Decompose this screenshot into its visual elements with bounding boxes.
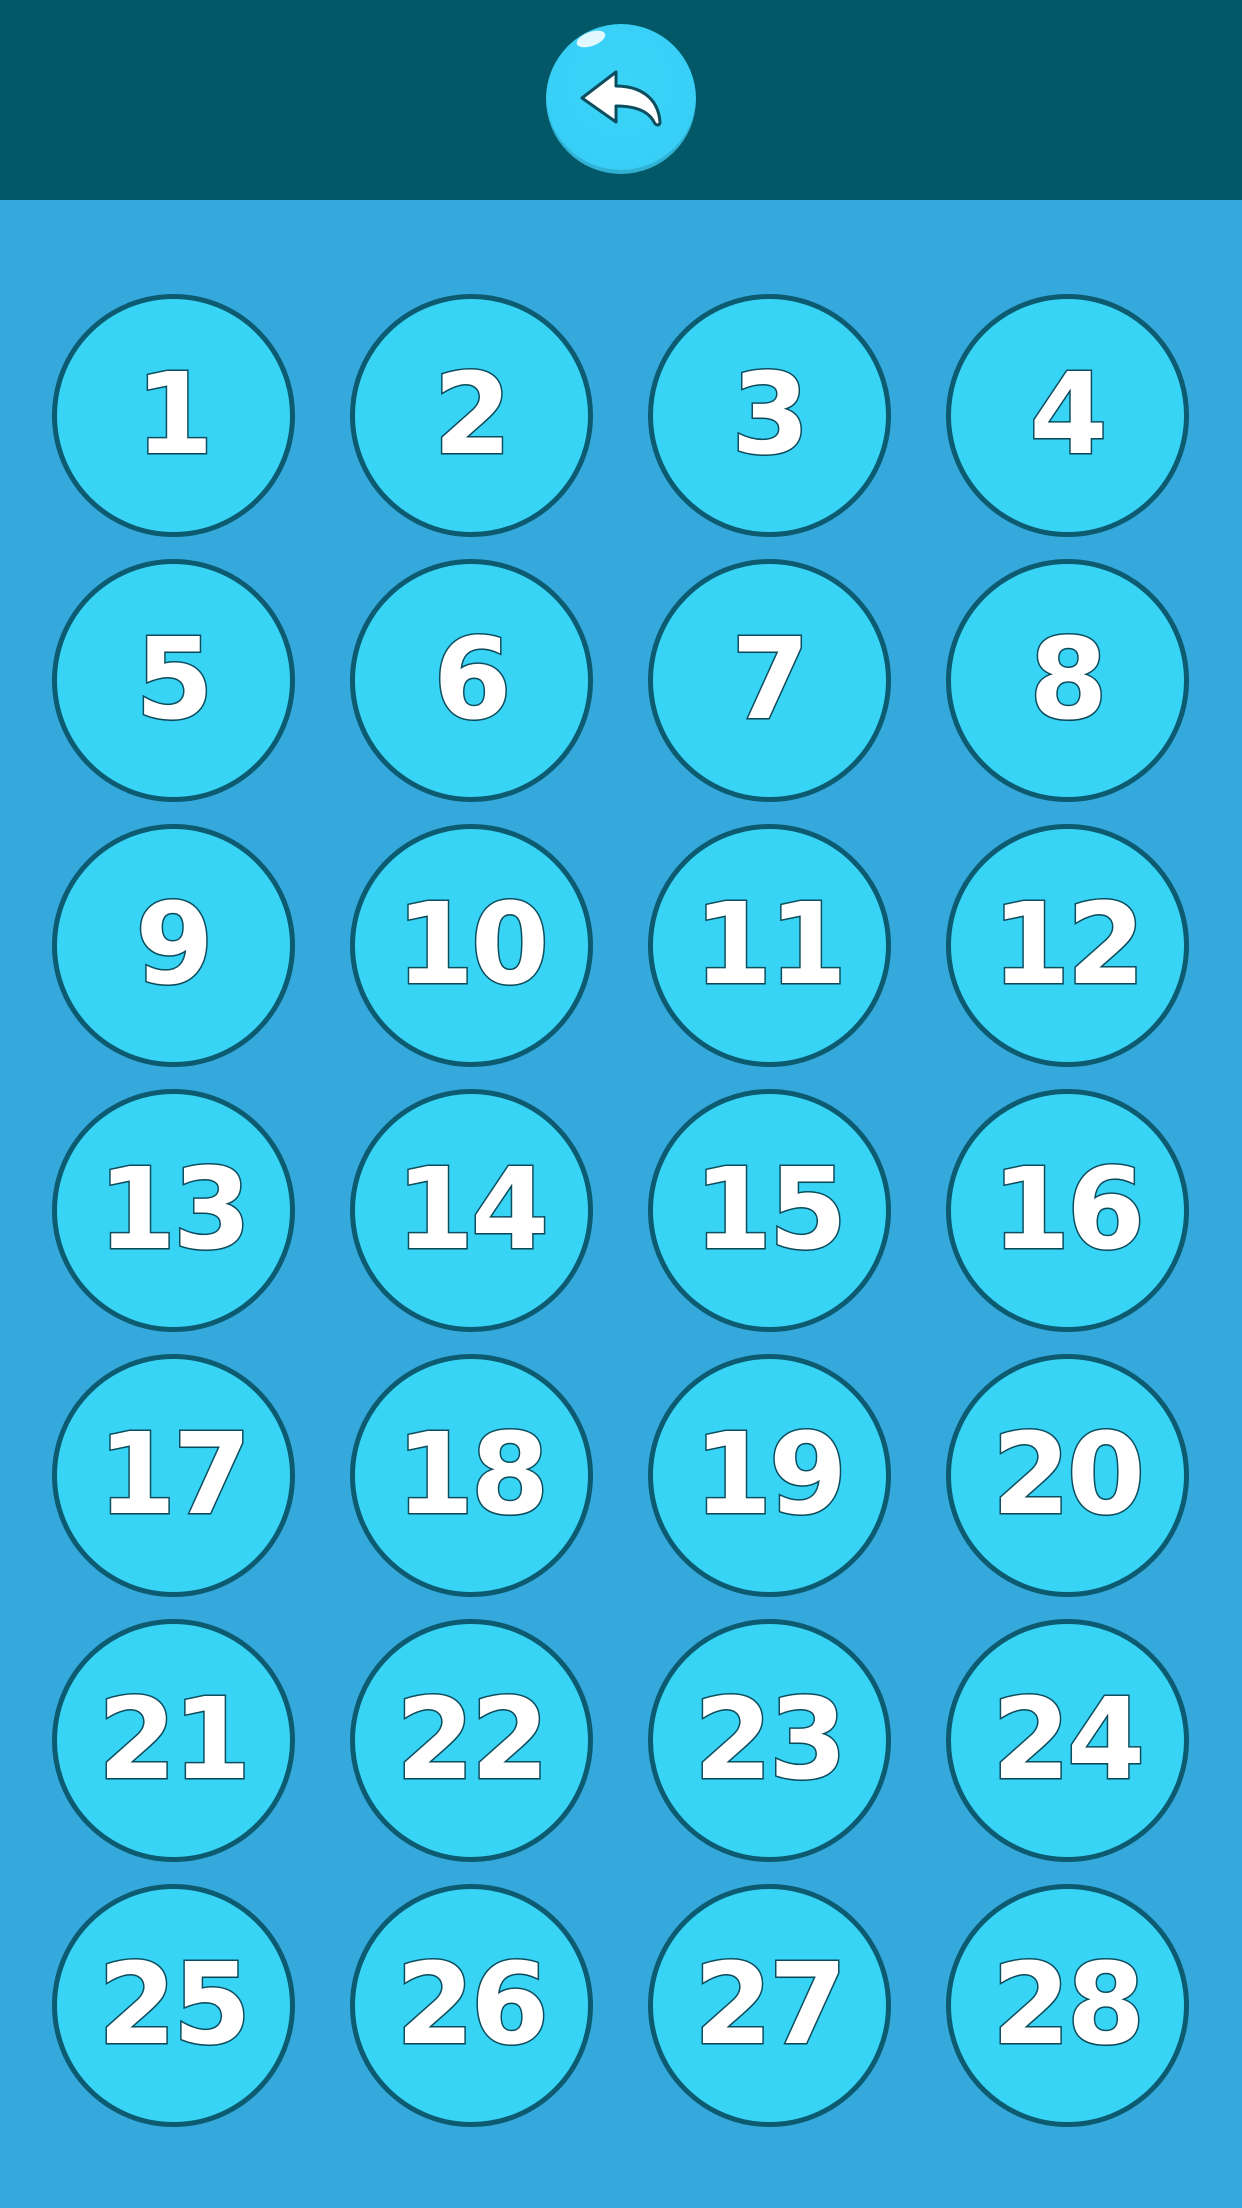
level-button-7[interactable]: 7: [647, 558, 891, 802]
level-number: 18: [395, 1410, 551, 1540]
level-button-9[interactable]: 9: [51, 823, 295, 1067]
level-button-13[interactable]: 13: [51, 1088, 295, 1332]
level-button-25[interactable]: 25: [51, 1883, 295, 2127]
level-button-18[interactable]: 18: [349, 1353, 593, 1597]
level-number: 27: [693, 1940, 849, 2070]
level-number: 24: [991, 1675, 1147, 1805]
level-number: 16: [991, 1145, 1147, 1275]
level-button-4[interactable]: 4: [945, 293, 1189, 537]
level-button-16[interactable]: 16: [945, 1088, 1189, 1332]
level-number: 9: [134, 880, 215, 1010]
level-number: 3: [730, 350, 811, 480]
level-number: 4: [1028, 350, 1109, 480]
level-number: 2: [432, 350, 513, 480]
level-button-12[interactable]: 12: [945, 823, 1189, 1067]
level-number: 1: [134, 350, 215, 480]
level-button-15[interactable]: 15: [647, 1088, 891, 1332]
level-number: 17: [97, 1410, 253, 1540]
level-button-10[interactable]: 10: [349, 823, 593, 1067]
level-number: 25: [97, 1940, 253, 2070]
back-arrow-icon: [580, 70, 662, 127]
level-number: 14: [395, 1145, 551, 1275]
level-button-11[interactable]: 11: [647, 823, 891, 1067]
level-button-6[interactable]: 6: [349, 558, 593, 802]
level-button-3[interactable]: 3: [647, 293, 891, 537]
level-button-22[interactable]: 22: [349, 1618, 593, 1862]
level-button-28[interactable]: 28: [945, 1883, 1189, 2127]
level-number: 7: [730, 615, 811, 745]
level-button-2[interactable]: 2: [349, 293, 593, 537]
level-number: 11: [693, 880, 849, 1010]
level-number: 19: [693, 1410, 849, 1540]
level-number: 21: [97, 1675, 253, 1805]
level-number: 15: [693, 1145, 849, 1275]
level-number: 26: [395, 1940, 551, 2070]
level-button-8[interactable]: 8: [945, 558, 1189, 802]
level-number: 28: [991, 1940, 1147, 2070]
level-button-27[interactable]: 27: [647, 1883, 891, 2127]
level-button-1[interactable]: 1: [51, 293, 295, 537]
level-number: 5: [134, 615, 215, 745]
level-button-5[interactable]: 5: [51, 558, 295, 802]
back-button[interactable]: [546, 24, 696, 174]
button-shine: [574, 27, 608, 51]
level-button-24[interactable]: 24: [945, 1618, 1189, 1862]
level-number: 10: [395, 880, 551, 1010]
level-number: 8: [1028, 615, 1109, 745]
level-button-21[interactable]: 21: [51, 1618, 295, 1862]
level-number: 6: [432, 615, 513, 745]
level-number: 20: [991, 1410, 1147, 1540]
level-button-14[interactable]: 14: [349, 1088, 593, 1332]
level-button-26[interactable]: 26: [349, 1883, 593, 2127]
level-number: 13: [97, 1145, 253, 1275]
level-number: 22: [395, 1675, 551, 1805]
level-number: 23: [693, 1675, 849, 1805]
level-button-17[interactable]: 17: [51, 1353, 295, 1597]
level-button-20[interactable]: 20: [945, 1353, 1189, 1597]
level-button-23[interactable]: 23: [647, 1618, 891, 1862]
level-number: 12: [991, 880, 1147, 1010]
level-button-19[interactable]: 19: [647, 1353, 891, 1597]
top-bar: [0, 0, 1242, 200]
level-grid: 1 2 3 4 5 6 7 8 9 10 11 12 13 14 15 16 17 18 19 20 21 22 23 24 2…: [0, 200, 1242, 2208]
